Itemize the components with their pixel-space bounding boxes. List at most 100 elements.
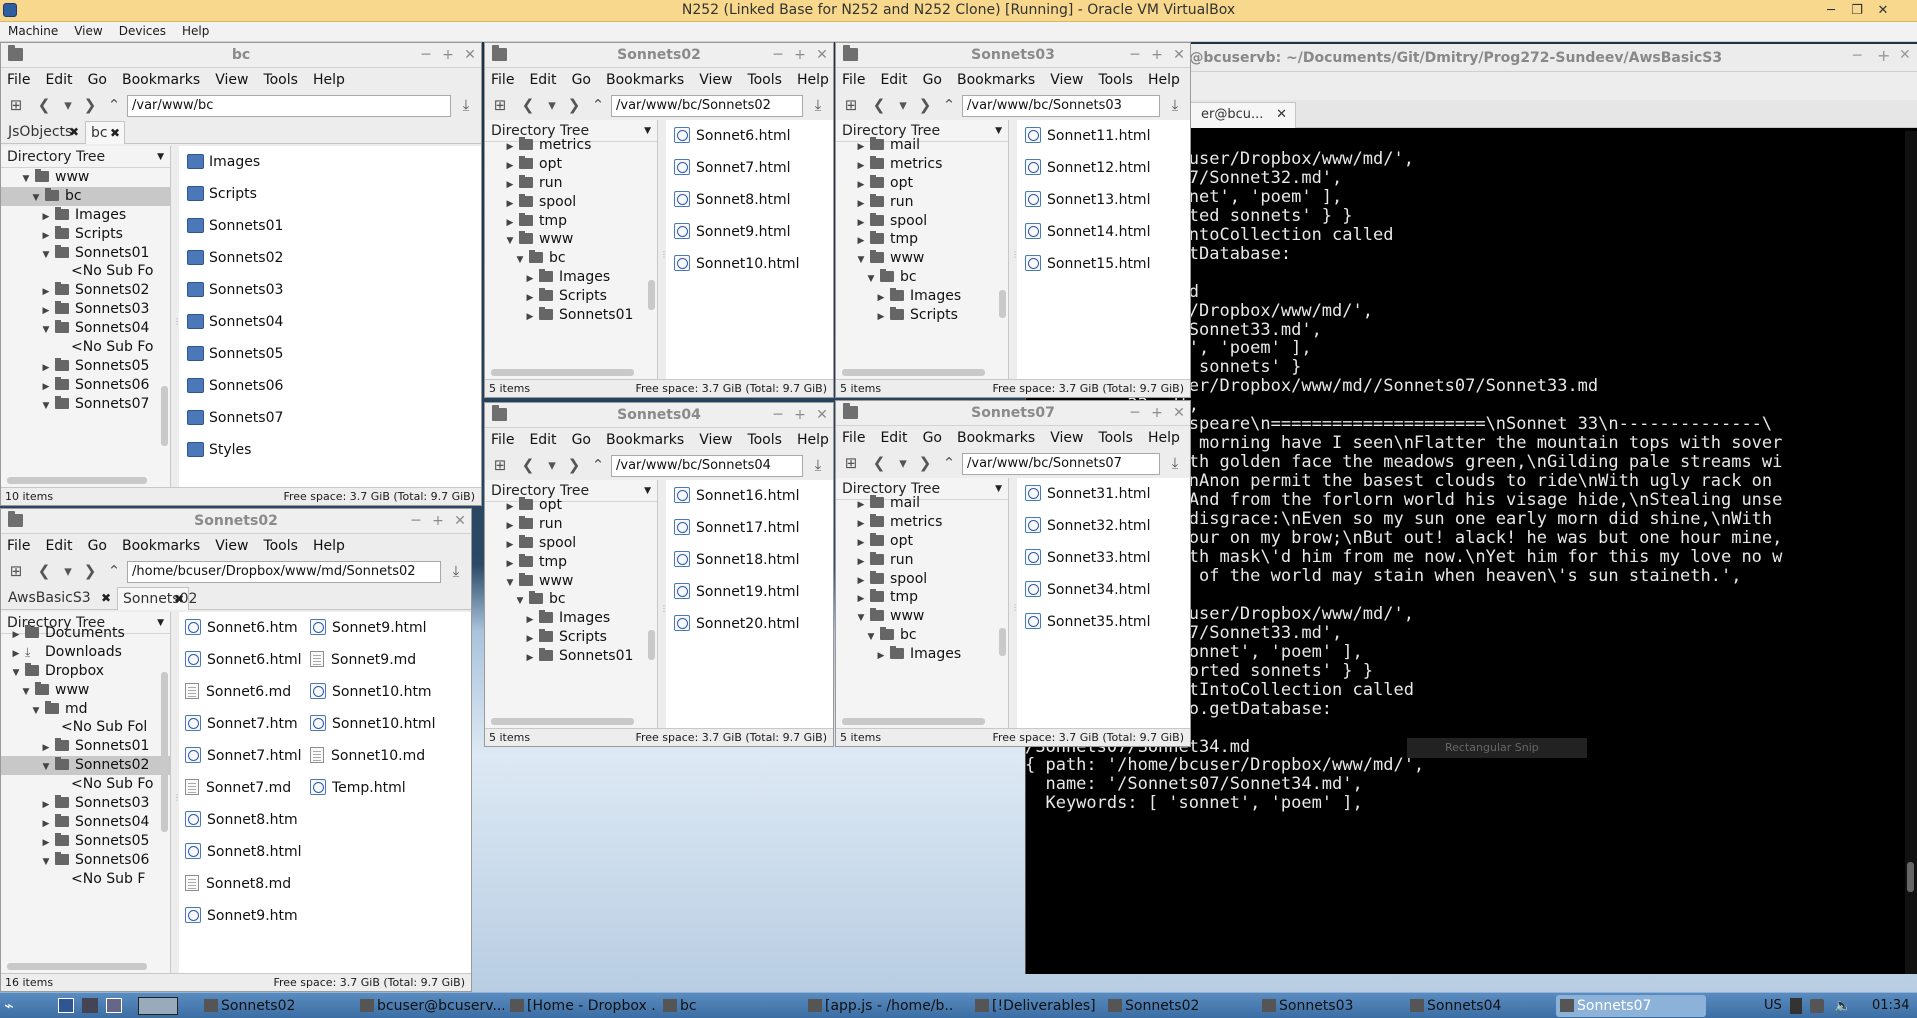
forward-icon[interactable]: ❯ <box>916 453 934 473</box>
tree-vertical-scrollbar[interactable] <box>999 628 1006 656</box>
file-item[interactable]: Sonnet34.html <box>1025 578 1150 602</box>
tree-item[interactable]: ▶ Images <box>836 645 1008 664</box>
taskbar-item[interactable]: Sonnets02 <box>200 995 350 1017</box>
file-item[interactable]: Sonnet33.html <box>1025 546 1150 570</box>
maximize-icon[interactable]: + <box>791 44 809 66</box>
menu-help[interactable]: Help <box>1148 68 1180 92</box>
file-item[interactable]: Sonnet17.html <box>674 516 799 540</box>
tree-item[interactable]: <No Sub F <box>1 870 170 889</box>
pane-splitter[interactable]: ⋮ <box>1011 603 1019 612</box>
volume-icon[interactable]: 🔈 <box>1834 995 1851 1017</box>
minimize-icon[interactable]: ─ <box>1853 48 1861 64</box>
minimize-icon[interactable]: ─ <box>417 44 435 66</box>
menu-bookmarks[interactable]: Bookmarks <box>957 68 1035 92</box>
back-icon[interactable]: ❮ <box>870 453 888 473</box>
network-icon[interactable] <box>1810 999 1824 1013</box>
menu-help[interactable]: Help <box>1148 426 1180 450</box>
menu-edit[interactable]: Edit <box>45 68 72 92</box>
tree-vertical-scrollbar[interactable] <box>161 672 168 832</box>
close-icon[interactable]: ✕ <box>1170 402 1188 424</box>
minimize-icon[interactable]: ─ <box>1126 402 1144 424</box>
tree-horizontal-scrollbar[interactable] <box>7 477 147 484</box>
file-list[interactable]: Sonnet6.html Sonnet7.html Sonnet8.html Sonn… <box>666 120 833 379</box>
tree-item[interactable]: ▶ Sonnets05 <box>1 357 170 376</box>
file-item[interactable]: Sonnet18.html <box>674 548 799 572</box>
file-item[interactable]: Sonnet7.htm <box>185 712 298 736</box>
forward-icon[interactable]: ❯ <box>565 455 583 475</box>
go-icon[interactable]: ⤓ <box>1166 453 1184 473</box>
chevron-down-icon[interactable]: ▼ <box>157 146 164 168</box>
new-tab-icon[interactable]: ⊞ <box>842 453 860 473</box>
file-item[interactable]: Sonnet7.html <box>185 744 302 768</box>
file-item[interactable]: Sonnet8.md <box>185 872 291 896</box>
file-list[interactable]: Sonnet6.htm Sonnet6.html Sonnet6.md Sonnet7… <box>179 612 471 973</box>
pane-splitter[interactable]: ⋮ <box>173 793 181 802</box>
menu-help[interactable]: Help <box>313 68 345 92</box>
tree-horizontal-scrollbar[interactable] <box>491 369 634 376</box>
file-item[interactable]: Sonnet8.html <box>185 840 302 864</box>
tree-item[interactable]: ▶ tmp <box>836 230 1008 249</box>
menu-go[interactable]: Go <box>923 68 942 92</box>
menu-tools[interactable]: Tools <box>263 68 298 92</box>
tree-item[interactable]: ▶ Sonnets01 <box>1 737 170 756</box>
file-item[interactable]: Sonnets04 <box>187 310 283 334</box>
menu-go[interactable]: Go <box>572 68 591 92</box>
file-item[interactable]: Sonnet10.html <box>310 712 435 736</box>
start-menu-icon[interactable]: ⌁ <box>4 995 44 1017</box>
menu-go[interactable]: Go <box>572 428 591 452</box>
menu-tools[interactable]: Tools <box>747 68 782 92</box>
menu-edit[interactable]: Edit <box>45 534 72 558</box>
file-item[interactable]: Sonnet9.md <box>310 648 416 672</box>
back-icon[interactable]: ❮ <box>870 95 888 115</box>
tree-item[interactable]: ▶ run <box>485 515 657 534</box>
go-icon[interactable]: ⤓ <box>1166 95 1184 115</box>
vbox-menu-help[interactable]: Help <box>174 22 217 41</box>
forward-icon[interactable]: ❯ <box>565 95 583 115</box>
tree-item[interactable]: ▶ tmp <box>485 553 657 572</box>
file-item[interactable]: Scripts <box>187 182 257 206</box>
close-icon[interactable]: ✕ <box>451 510 469 532</box>
minimize-icon[interactable]: ─ <box>1126 44 1144 66</box>
file-item[interactable]: Sonnet10.htm <box>310 680 432 704</box>
directory-tree[interactable]: Directory Tree ▼ ▼ www ▼ bc ▶ Images ▶ Scripts ▼ So… <box>1 146 171 487</box>
file-item[interactable]: Sonnet7.html <box>674 156 791 180</box>
tree-item[interactable]: ▶ spool <box>485 193 657 212</box>
tree-item[interactable]: <No Sub Fo <box>1 775 170 794</box>
close-icon[interactable]: ✕ <box>461 44 479 66</box>
tree-vertical-scrollbar[interactable] <box>999 290 1006 318</box>
tree-item[interactable]: ▼ Sonnets07 <box>1 395 170 414</box>
file-item[interactable]: Sonnets01 <box>187 214 283 238</box>
close-icon[interactable]: ✖ <box>101 587 111 609</box>
up-icon[interactable]: ⌃ <box>940 95 958 115</box>
tree-item[interactable]: ▶ Images <box>485 609 657 628</box>
file-item[interactable]: Sonnet16.html <box>674 484 799 508</box>
menu-file[interactable]: File <box>491 68 514 92</box>
history-dropdown-icon[interactable]: ▾ <box>543 95 561 115</box>
tree-horizontal-scrollbar[interactable] <box>842 718 985 725</box>
tree-item[interactable]: ▶ opt <box>836 174 1008 193</box>
tree-item[interactable]: ▶ run <box>836 551 1008 570</box>
file-item[interactable]: Sonnet9.html <box>310 616 427 640</box>
window-title-bar[interactable]: Sonnets02 <box>1 509 471 534</box>
menu-tools[interactable]: Tools <box>1098 426 1133 450</box>
menu-view[interactable]: View <box>215 68 248 92</box>
maximize-icon[interactable]: + <box>1877 46 1890 65</box>
file-item[interactable]: Sonnet8.htm <box>185 808 298 832</box>
file-manager-launcher-icon[interactable] <box>58 998 74 1013</box>
tree-item[interactable]: ▶ spool <box>836 212 1008 231</box>
file-item[interactable]: Sonnet32.html <box>1025 514 1150 538</box>
menu-help[interactable]: Help <box>797 428 829 452</box>
close-icon[interactable]: ✖ <box>110 122 120 144</box>
tree-item[interactable]: ▶ Sonnets01 <box>485 306 657 325</box>
tree-item[interactable]: ▼ www <box>485 572 657 591</box>
directory-tree[interactable]: Directory Tree ▼ ▶ mail ▶ metrics ▶ opt ▶ run ▶ spo… <box>836 478 1009 728</box>
tree-item[interactable]: ▶ Images <box>485 268 657 287</box>
tree-item[interactable]: ▶ metrics <box>836 155 1008 174</box>
tree-item[interactable]: ▶ Images <box>1 206 170 225</box>
terminal-scrollbar[interactable] <box>1905 131 1917 974</box>
settings-launcher-icon[interactable] <box>82 998 98 1013</box>
directory-tree[interactable]: Directory Tree ▼ ▶ mail ▶ metrics ▶ opt ▶ run ▶ spo… <box>836 120 1009 379</box>
file-item[interactable]: Sonnet10.md <box>310 744 425 768</box>
menu-view[interactable]: View <box>1050 426 1083 450</box>
tree-item[interactable]: ▶ Scripts <box>1 225 170 244</box>
